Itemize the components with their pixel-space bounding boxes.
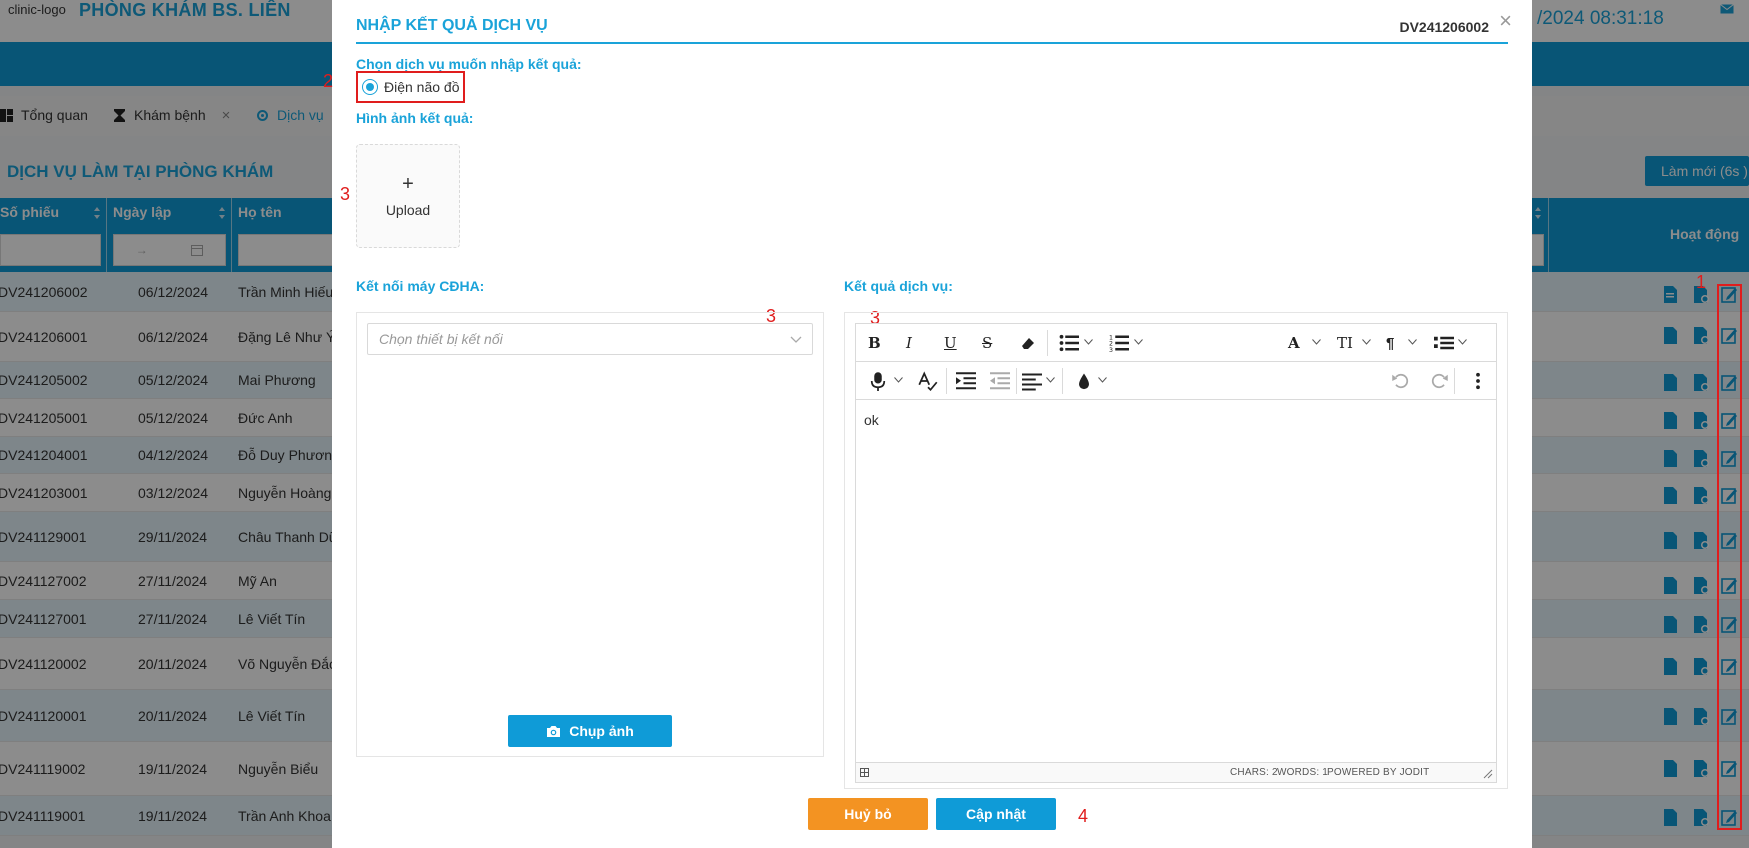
editor-toolbar-row-1: B I U S 123 A TI ¶ — [856, 324, 1496, 362]
cancel-button[interactable]: Huỷ bỏ — [808, 798, 928, 830]
service-result-label: Kết quả dịch vụ: — [844, 278, 953, 294]
numbered-list-icon[interactable]: 123 — [1109, 333, 1129, 353]
chevron-down-icon[interactable] — [1134, 339, 1143, 345]
outdent-icon[interactable] — [990, 371, 1010, 391]
char-count: CHARS: 2 — [1230, 767, 1278, 778]
chevron-down-icon — [790, 336, 802, 343]
capture-button[interactable]: Chụp ảnh — [508, 715, 672, 747]
service-option-label: Điện não đồ — [384, 79, 460, 95]
result-panel: B I U S 123 A TI ¶ ok CHARS: 2 WORDS: 1 … — [844, 312, 1508, 789]
annotation-step-1: 1 — [1696, 272, 1707, 292]
line-height-icon[interactable] — [1434, 333, 1454, 353]
annotation-step-3: 3 — [340, 184, 351, 204]
indent-icon[interactable] — [956, 371, 976, 391]
editor-content[interactable]: ok — [864, 412, 879, 428]
camera-icon — [547, 725, 561, 737]
toolbar-divider — [1454, 368, 1455, 394]
resize-grid-icon[interactable] — [860, 768, 869, 777]
rich-text-editor: B I U S 123 A TI ¶ ok CHARS: 2 WORDS: 1 … — [855, 323, 1497, 783]
service-code: DV241206002 — [1399, 19, 1489, 35]
chevron-down-icon[interactable] — [1046, 377, 1055, 383]
annotation-highlight-actions — [1717, 284, 1742, 830]
align-left-icon[interactable] — [1022, 371, 1042, 391]
update-button[interactable]: Cập nhật — [936, 798, 1056, 830]
font-size-button[interactable]: TI — [1337, 333, 1353, 353]
service-radio-option[interactable]: Điện não đồ — [356, 71, 465, 103]
toolbar-divider — [1016, 368, 1017, 394]
device-connection-label: Kết nối máy CĐHA: — [356, 278, 485, 294]
plus-icon: + — [402, 173, 414, 195]
toolbar-divider — [946, 368, 947, 394]
chevron-down-icon[interactable] — [1312, 339, 1321, 345]
eraser-icon[interactable] — [1020, 333, 1036, 353]
bold-button[interactable]: B — [868, 333, 881, 353]
text-color-icon[interactable] — [1074, 371, 1094, 391]
chevron-down-icon[interactable] — [1458, 339, 1467, 345]
italic-button[interactable]: I — [906, 333, 912, 353]
result-entry-modal: NHẬP KẾT QUẢ DỊCH VỤ DV241206002 × Chọn … — [323, 0, 1532, 848]
annotation-step-2: 2 — [323, 71, 334, 91]
close-icon[interactable]: × — [1499, 10, 1512, 32]
title-divider — [356, 42, 1508, 44]
redo-icon[interactable] — [1429, 371, 1449, 391]
choose-service-label: Chọn dịch vụ muốn nhập kết quả: — [356, 56, 582, 72]
chevron-down-icon[interactable] — [1084, 339, 1093, 345]
annotation-step-4: 4 — [1078, 806, 1089, 826]
chevron-down-icon[interactable] — [1098, 377, 1107, 383]
undo-icon[interactable] — [1391, 371, 1411, 391]
more-options-icon[interactable] — [1468, 371, 1488, 391]
svg-text:3: 3 — [1109, 347, 1113, 353]
chevron-down-icon[interactable] — [1362, 339, 1371, 345]
upload-label: Upload — [385, 202, 431, 218]
microphone-icon[interactable] — [868, 371, 888, 391]
upload-button[interactable]: + Upload — [356, 144, 460, 248]
paragraph-button[interactable]: ¶ — [1386, 333, 1394, 353]
chevron-down-icon[interactable] — [1408, 339, 1417, 345]
device-select-placeholder: Chọn thiết bị kết nối — [379, 331, 503, 347]
chevron-down-icon[interactable] — [894, 377, 903, 383]
result-images-label: Hình ảnh kết quả: — [356, 110, 474, 126]
device-select[interactable]: Chọn thiết bị kết nối — [367, 323, 813, 355]
radio-selected-icon[interactable] — [362, 79, 378, 95]
word-count: WORDS: 1 — [1277, 767, 1329, 778]
resize-handle-icon[interactable] — [1483, 769, 1493, 779]
toolbar-divider — [1047, 330, 1048, 356]
capture-label: Chụp ảnh — [569, 723, 634, 739]
editor-status-bar: CHARS: 2 WORDS: 1 POWERED BY JODIT — [856, 762, 1496, 782]
strikethrough-button[interactable]: S — [982, 333, 992, 353]
device-panel: Chọn thiết bị kết nối Chụp ảnh — [356, 312, 824, 757]
underline-button[interactable]: U — [944, 333, 957, 353]
spellcheck-icon[interactable] — [918, 371, 938, 391]
modal-title: NHẬP KẾT QUẢ DỊCH VỤ — [356, 17, 548, 34]
font-button[interactable]: A — [1288, 333, 1300, 353]
toolbar-divider — [1062, 368, 1063, 394]
powered-by-link[interactable]: POWERED BY JODIT — [1327, 767, 1429, 778]
bullet-list-icon[interactable] — [1059, 333, 1079, 353]
editor-toolbar-row-2 — [856, 362, 1496, 400]
